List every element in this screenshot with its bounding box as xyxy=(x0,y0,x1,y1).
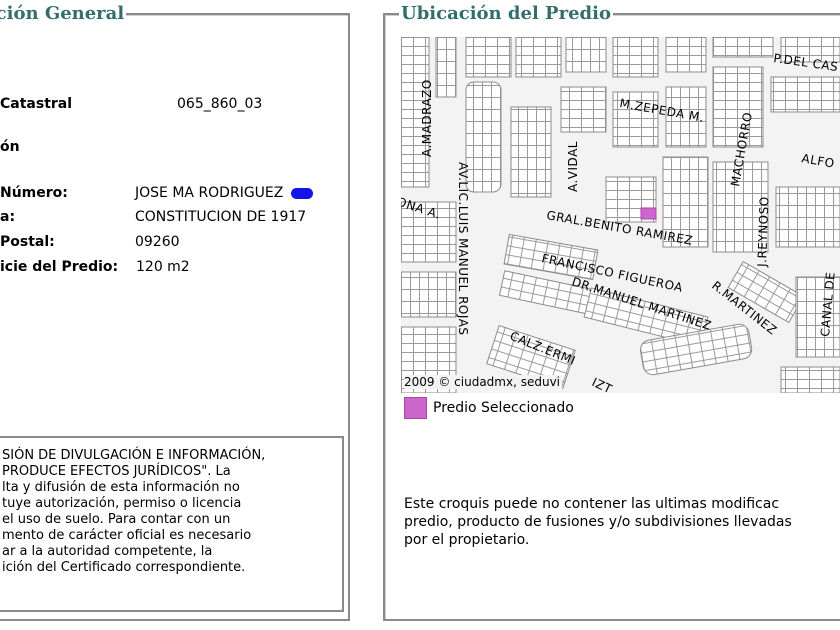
legal-notice-text: SIÓN DE DIVULGACIÓN E INFORMACIÓN, PRODU… xyxy=(2,448,332,576)
location-legend: Ubicación del Predio xyxy=(399,3,613,25)
map-credit: 2009 © ciudadmx, seduvi xyxy=(404,375,563,389)
notice-line: el uso de suelo. Para contar con un xyxy=(2,512,231,527)
postal-label: Postal: xyxy=(0,234,55,250)
numero-value: JOSE MA RODRIGUEZ xyxy=(135,184,313,202)
notice-line: PRODUCE EFECTOS JURÍDICOS". La xyxy=(2,464,231,479)
colonia-value: CONSTITUCION DE 1917 xyxy=(135,209,307,225)
notice-line: ar a la autoridad competente, la xyxy=(2,544,213,559)
notice-line: mento de carácter oficial es necesario xyxy=(2,528,252,543)
map-graphic: P.DEL CAS M.ZEPEDA M. ALFO A.MADRAZO A.V… xyxy=(401,37,840,393)
numero-value-text: JOSE MA RODRIGUEZ xyxy=(135,185,284,201)
location-map[interactable]: P.DEL CAS M.ZEPEDA M. ALFO A.MADRAZO A.V… xyxy=(401,37,840,393)
notice-line: ición del Certificado correspondiente. xyxy=(2,560,246,575)
selected-parcel-swatch xyxy=(404,397,427,419)
street-label: A.VIDAL xyxy=(566,141,580,192)
redaction-mark xyxy=(290,187,313,199)
catastral-value: 065_860_03 xyxy=(177,96,263,112)
selected-parcel xyxy=(640,207,657,220)
colonia-label: a: xyxy=(0,209,16,225)
legal-notice-box: SIÓN DE DIVULGACIÓN E INFORMACIÓN, PRODU… xyxy=(0,436,344,612)
notice-line: SIÓN DE DIVULGACIÓN E INFORMACIÓN, xyxy=(2,448,266,463)
selected-parcel-label: Predio Seleccionado xyxy=(433,400,574,416)
catastral-label: Catastral xyxy=(0,96,73,112)
street-label: AV.LIC.LUIS MANUEL ROJAS xyxy=(456,162,470,336)
disclaimer-line: predio, producto de fusiones y/o subdivi… xyxy=(404,514,792,530)
street-label: J.REYNOSO xyxy=(755,196,771,268)
notice-line: lta y difusión de esta información no xyxy=(2,480,240,495)
superficie-label: icie del Predio: xyxy=(0,259,119,275)
street-label: A.MADRAZO xyxy=(420,79,434,157)
section-label: ón xyxy=(0,139,20,155)
numero-label: Número: xyxy=(0,185,68,201)
disclaimer-line: por el propietario. xyxy=(404,532,530,548)
disclaimer-line: Este croquis puede no contener las ultim… xyxy=(404,496,780,512)
superficie-value: 120 m2 xyxy=(136,259,190,275)
notice-line: tuye autorización, permiso o licencia xyxy=(2,496,242,511)
postal-value: 09260 xyxy=(135,234,180,250)
map-disclaimer: Este croquis puede no contener las ultim… xyxy=(404,495,840,549)
general-info-legend: ación General xyxy=(0,3,127,25)
